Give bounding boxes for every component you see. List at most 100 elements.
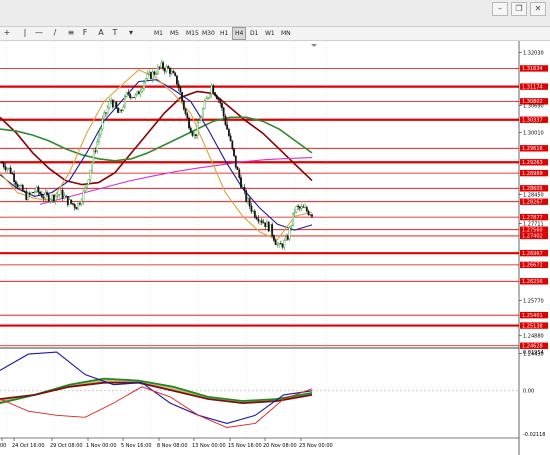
timeframe-d1-button[interactable]: D1 [248, 27, 260, 40]
timeframe-m5-button[interactable]: M5 [168, 27, 181, 40]
bull-candle [146, 73, 149, 79]
bear-candle [39, 192, 42, 195]
bear-candle [75, 207, 78, 210]
price-axis-label: 1.31174 [522, 84, 543, 90]
bull-candle [205, 98, 208, 102]
bear-candle [167, 66, 170, 69]
bear-candle [224, 116, 227, 125]
timeframe-m15-button[interactable]: M15 [184, 27, 201, 40]
bull-candle [283, 239, 286, 248]
bear-candle [127, 92, 130, 95]
oscillator-axis-label: -0.02118 [523, 432, 545, 438]
bull-candle [203, 100, 206, 110]
bear-candle [307, 210, 310, 215]
bear-candle [279, 243, 282, 245]
bear-candle [177, 83, 180, 88]
bull-candle [122, 106, 125, 111]
price-axis-label: 1.26672 [522, 263, 543, 269]
text-icon[interactable]: A [96, 28, 106, 38]
channel-icon[interactable]: ≡ [66, 28, 76, 38]
bear-candle [150, 72, 152, 79]
bull-candle [68, 199, 71, 205]
bear-candle [11, 173, 14, 175]
bull-candle [148, 72, 151, 75]
bear-candle [14, 181, 17, 185]
bear-candle [79, 203, 81, 205]
timeframe-h4-button[interactable]: H4 [232, 27, 247, 40]
horizontal-line-icon[interactable]: — [34, 28, 44, 38]
bear-candle [302, 206, 305, 208]
bear-candle [215, 95, 218, 100]
bear-candle [72, 203, 74, 205]
price-axis-label: 1.28267 [522, 200, 543, 206]
bear-candle [46, 192, 48, 195]
bear-candle [25, 191, 28, 200]
bull-candle [6, 168, 9, 170]
price-chart[interactable]: 1.320301.316341.311741.308021.306901.303… [0, 41, 550, 455]
bull-candle [85, 184, 88, 188]
bear-candle [248, 198, 251, 207]
bear-candle [214, 92, 216, 96]
bear-candle [311, 214, 313, 217]
oscillator-axis-label: 0.01954 [523, 350, 544, 356]
bull-candle [141, 88, 144, 92]
price-axis-label: 1.25770 [523, 298, 544, 304]
bear-candle [172, 70, 175, 74]
bull-candle [98, 134, 100, 142]
bear-candle [253, 210, 256, 218]
bear-candle [238, 169, 241, 178]
bull-candle [285, 236, 287, 241]
timeframe-m1-button[interactable]: M1 [152, 27, 165, 40]
restore-icon[interactable]: ❐ [511, 2, 527, 16]
bull-candle [108, 101, 111, 108]
bear-candle [73, 204, 76, 208]
bull-candle [84, 187, 87, 192]
bull-candle [99, 128, 102, 136]
vertical-line-icon[interactable]: | [20, 28, 30, 38]
time-axis-label: 23 Nov 00:00 [299, 443, 333, 449]
crosshair-icon[interactable]: + [2, 28, 12, 38]
timeframe-w1-button[interactable]: W1 [263, 27, 277, 40]
bull-candle [106, 107, 109, 114]
timeframe-mn-button[interactable]: MN [279, 27, 293, 40]
bull-candle [269, 224, 272, 232]
bull-candle [35, 186, 38, 192]
minimize-icon[interactable]: – [492, 2, 508, 16]
bear-candle [257, 218, 260, 222]
bear-candle [158, 66, 161, 68]
bull-candle [151, 71, 154, 79]
close-icon[interactable]: ✕ [530, 2, 546, 16]
bear-candle [298, 206, 301, 209]
bull-candle [51, 194, 54, 200]
bear-candle [195, 134, 197, 136]
bear-candle [267, 221, 270, 232]
label-icon[interactable]: T [110, 28, 120, 38]
bull-candle [276, 244, 279, 246]
bear-candle [47, 194, 50, 202]
bull-candle [300, 206, 303, 209]
bear-candle [236, 167, 239, 171]
timeframe-h1-button[interactable]: H1 [218, 27, 230, 40]
bear-candle [186, 113, 189, 119]
bear-candle [212, 85, 215, 93]
bear-candle [250, 205, 253, 212]
bull-candle [130, 97, 133, 99]
bear-candle [182, 100, 185, 110]
bull-candle [252, 210, 255, 212]
timeframe-m30-button[interactable]: M30 [200, 27, 217, 40]
bull-candle [92, 150, 95, 163]
bear-candle [23, 191, 26, 193]
bull-candle [87, 179, 90, 185]
bull-candle [49, 199, 52, 202]
bear-candle [53, 194, 55, 201]
bear-candle [111, 100, 114, 108]
bull-candle [293, 211, 296, 214]
bear-candle [37, 186, 40, 193]
bull-candle [201, 108, 204, 118]
shapes-icon[interactable]: ▾ [126, 28, 136, 38]
fibonacci-icon[interactable]: F [80, 28, 90, 38]
bull-candle [198, 120, 201, 124]
bear-candle [4, 166, 7, 170]
trendline-icon[interactable]: / [50, 28, 60, 38]
bull-candle [103, 112, 106, 120]
